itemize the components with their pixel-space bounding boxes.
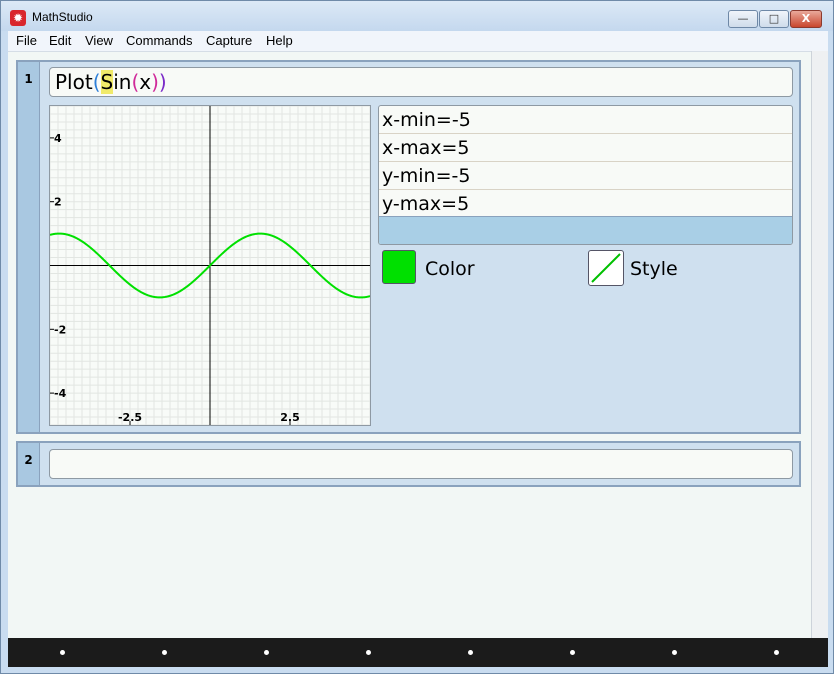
style-label: Style (630, 258, 678, 280)
status-bar (8, 638, 828, 667)
status-dot (264, 650, 269, 655)
formula-input[interactable]: Plot(Sin(x)) (49, 67, 793, 97)
y-tick-label: 4 (54, 132, 62, 145)
status-dot (60, 650, 65, 655)
status-dot (468, 650, 473, 655)
color-label: Color (425, 258, 475, 280)
menu-help[interactable]: Help (266, 33, 293, 48)
maximize-button[interactable]: □ (759, 10, 789, 28)
app-window: ✹ MathStudio — □ X File Edit View Comman… (0, 0, 834, 674)
y-tick-label: -2 (54, 323, 66, 336)
formula-input-empty[interactable] (49, 449, 793, 479)
menu-file[interactable]: File (16, 33, 37, 48)
status-dot (672, 650, 677, 655)
plot-area[interactable]: 4 2 -2 -4 -2.5 2.5 (49, 105, 371, 426)
menu-edit[interactable]: Edit (49, 33, 71, 48)
param-x-min[interactable]: x-min=-5 (379, 106, 792, 134)
sine-plot: 4 2 -2 -4 -2.5 2.5 (50, 106, 370, 425)
notebook-cell-1: 1 Plot(Sin(x)) 4 2 -2 -4 -2.5 2.5 x-min=-5 x-… (16, 60, 801, 434)
cell-number: 1 (18, 62, 40, 432)
mathstudio-logo-icon: ✹ (10, 10, 26, 26)
line-style-icon (591, 253, 621, 283)
notebook-cell-2: 2 (16, 441, 801, 487)
y-tick-label: -4 (54, 387, 67, 400)
param-y-max[interactable]: y-max=5 (379, 190, 792, 218)
menu-bar: File Edit View Commands Capture Help (8, 31, 828, 51)
status-dot (570, 650, 575, 655)
window-title: MathStudio (32, 10, 93, 24)
formula-text: Plot(Sin(x)) (55, 70, 167, 94)
vertical-scrollbar[interactable] (811, 51, 828, 638)
param-y-min[interactable]: y-min=-5 (379, 162, 792, 190)
status-dot (366, 650, 371, 655)
line-style-button[interactable] (588, 250, 624, 286)
color-swatch-button[interactable] (382, 250, 416, 284)
menu-view[interactable]: View (85, 33, 113, 48)
plot-parameters-panel: x-min=-5 x-max=5 y-min=-5 y-max=5 (378, 105, 793, 245)
cell-number: 2 (18, 443, 40, 485)
x-tick-label: 2.5 (280, 411, 300, 424)
x-tick-label: -2.5 (118, 411, 142, 424)
param-x-max[interactable]: x-max=5 (379, 134, 792, 162)
minimize-button[interactable]: — (728, 10, 758, 28)
y-tick-label: 2 (54, 196, 62, 209)
menu-commands[interactable]: Commands (126, 33, 192, 48)
parameters-footer (379, 216, 792, 244)
close-button[interactable]: X (790, 10, 822, 28)
status-dot (774, 650, 779, 655)
menu-capture[interactable]: Capture (206, 33, 252, 48)
title-bar[interactable]: ✹ MathStudio — □ X (1, 1, 833, 31)
status-dot (162, 650, 167, 655)
